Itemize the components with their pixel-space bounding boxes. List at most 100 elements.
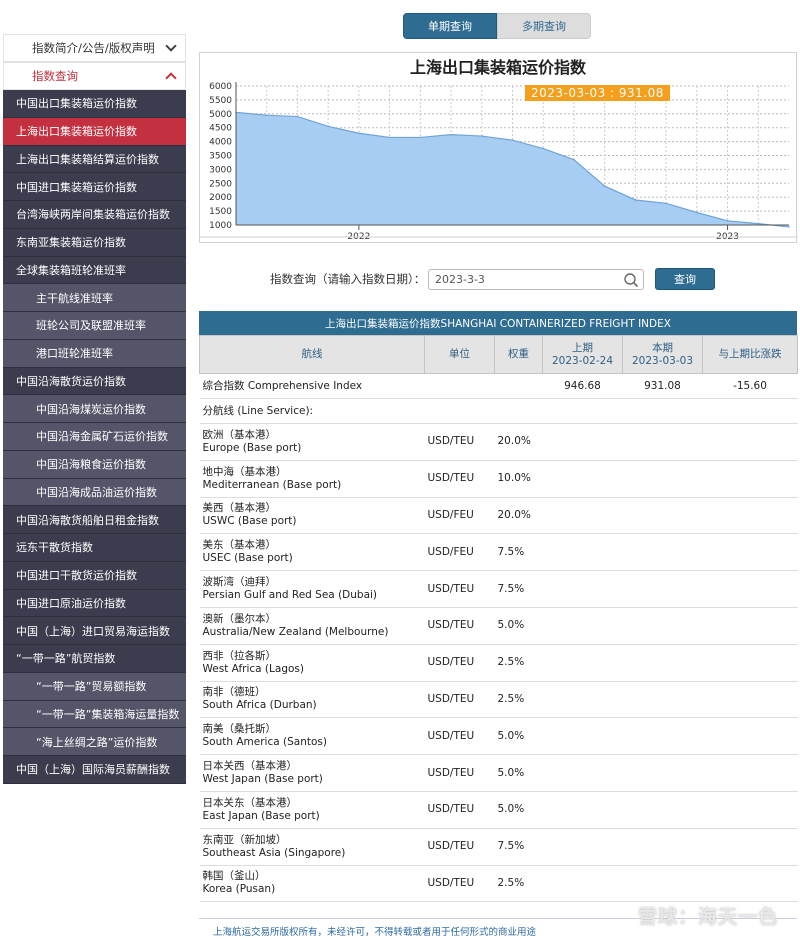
sidebar-item[interactable]: 中国沿海煤炭运价指数 [3, 395, 186, 423]
route-cn: 美西（基本港） [202, 502, 277, 515]
sidebar-item[interactable]: “一带一路”航贸指数 [3, 645, 186, 673]
sidebar-item[interactable]: 中国沿海金属矿石运价指数 [3, 423, 186, 451]
route-name: 日本关东（基本港） East Japan (Base port) [199, 791, 425, 829]
unit-cell: USD/TEU [424, 828, 495, 866]
date-input[interactable]: 2023-3-3 [428, 268, 644, 290]
data-point [696, 211, 698, 214]
sidebar-item[interactable]: 东南亚集装箱运价指数 [3, 228, 186, 257]
route-cn: 地中海（基本港） [202, 465, 287, 478]
route-cn: 南美（桑托斯） [202, 723, 277, 736]
unit-cell: USD/TEU [424, 791, 495, 829]
table-row: 西非（拉各斯） West Africa (Lagos) USD/TEU 2.5% [199, 644, 798, 682]
sidebar-item[interactable]: 中国沿海粮食运价指数 [3, 450, 186, 479]
sidebar-item[interactable]: 中国（上海）国际海员薪酬指数 [3, 756, 186, 784]
sidebar: 指数简介/公告/版权声明 指数查询 中国出口集装箱运价指数上海出口集装箱运价指数… [3, 34, 186, 784]
route-name: 美西（基本港） USWC (Base port) [199, 497, 425, 535]
sidebar-item-intro[interactable]: 指数简介/公告/版权声明 [3, 34, 186, 62]
sidebar-item[interactable]: 中国（上海）进口贸易海运指数 [3, 617, 186, 645]
index-table: 上海出口集装箱运价指数SHANGHAI CONTAINERIZED FREIGH… [199, 311, 798, 903]
sidebar-item-label: 中国进口原油运价指数 [16, 596, 126, 610]
sidebar-item-label: 中国进口集装箱运价指数 [16, 180, 137, 194]
tab-single-period[interactable]: 单期查询 [403, 13, 497, 39]
sidebar-item-label: 指数查询 [32, 69, 78, 83]
route-name: 波斯湾（迪拜） Persian Gulf and Red Sea (Dubai) [199, 570, 425, 608]
weight-cell: 7.5% [494, 570, 543, 608]
sidebar-item[interactable]: 中国出口集装箱运价指数 [3, 90, 186, 118]
sidebar-item[interactable]: 全球集装箱班轮准班率 [3, 256, 186, 285]
sidebar-item-label: 中国沿海金属矿石运价指数 [36, 430, 168, 444]
route-name: 西非（拉各斯） West Africa (Lagos) [199, 644, 425, 682]
route-en: USWC (Base port) [202, 515, 297, 528]
data-point [634, 199, 637, 201]
change-value: -15.60 [702, 373, 798, 399]
y-tick-label: 4000 [209, 138, 232, 148]
route-cn: 澳新（墨尔本） [202, 612, 277, 625]
sidebar-item[interactable]: 中国进口原油运价指数 [3, 589, 186, 618]
sidebar-item-label: 中国（上海）国际海员薪酬指数 [16, 763, 170, 777]
sidebar-list: 中国出口集装箱运价指数上海出口集装箱运价指数上海出口集装箱结算运价指数中国进口集… [3, 90, 186, 784]
sidebar-item-index-query[interactable]: 指数查询 [3, 62, 186, 90]
table-row: 地中海（基本港） Mediterranean (Base port) USD/TEU… [199, 460, 798, 498]
sidebar-item-label: 台湾海峡两岸间集装箱运价指数 [16, 208, 170, 222]
tab-multi-period[interactable]: 多期查询 [497, 13, 591, 39]
sidebar-item[interactable]: 上海出口集装箱运价指数 [3, 117, 186, 146]
route-en: Southeast Asia (Singapore) [202, 846, 346, 859]
table-row: 南美（桑托斯） South America (Santos) USD/TEU 5.0% [199, 717, 798, 756]
data-point [388, 136, 391, 139]
route-name: 南非（德班） South Africa (Durban) [199, 681, 425, 719]
y-tick-label: 5000 [209, 110, 232, 120]
sidebar-item-label: 中国沿海煤炭运价指数 [36, 402, 146, 416]
sidebar-item[interactable]: 中国进口集装箱运价指数 [3, 173, 186, 201]
route-name: 美东（基本港） USEC (Base port) [199, 533, 425, 572]
sidebar-item-label: 主干航线准班率 [36, 291, 113, 305]
sidebar-item[interactable]: 中国沿海散货船舶日租金指数 [3, 506, 186, 534]
route-en: South Africa (Durban) [202, 699, 317, 712]
sidebar-item[interactable]: 港口班轮准班率 [3, 339, 186, 368]
sidebar-item[interactable]: 台湾海峡两岸间集装箱运价指数 [3, 201, 186, 229]
col-change: 与上期比涨跌 [702, 335, 798, 374]
route-cn: 韩国（釜山） [202, 870, 266, 883]
sidebar-item[interactable]: 中国进口干散货运价指数 [3, 561, 186, 590]
table-row: 日本关西（基本港） West Japan (Base port) USD/TEU 5.… [199, 754, 798, 792]
col-prev-label: 上期 [572, 341, 593, 354]
sidebar-item-label: 东南亚集装箱运价指数 [16, 236, 126, 250]
sidebar-item-label: 上海出口集装箱运价指数 [16, 125, 137, 139]
unit-cell: USD/TEU [424, 754, 495, 792]
sidebar-item[interactable]: “海上丝绸之路”运价指数 [3, 728, 186, 756]
date-input-value: 2023-3-3 [435, 272, 485, 286]
route-cn: 波斯湾（迪拜） [202, 576, 277, 589]
data-point [665, 202, 667, 205]
query-label: 指数查询（请输入指数日期）： [270, 272, 426, 286]
route-en: Europe (Base port) [202, 441, 302, 454]
col-curr-label: 本期 [652, 341, 673, 354]
area-series [236, 112, 789, 227]
sidebar-item-label: 港口班轮准班率 [36, 347, 113, 361]
sidebar-item[interactable]: 主干航线准班率 [3, 284, 186, 312]
sidebar-item-label: 中国沿海散货运价指数 [16, 374, 126, 388]
route-en: East Japan (Base port) [202, 809, 320, 822]
route-cn: 西非（拉各斯） [202, 649, 277, 662]
weight-cell: 5.0% [494, 754, 543, 792]
data-point [788, 226, 790, 228]
sidebar-item[interactable]: “一带一路”集装箱海运量指数 [3, 700, 186, 729]
route-cn: 美东（基本港） [202, 539, 277, 552]
sidebar-item[interactable]: 上海出口集装箱结算运价指数 [3, 145, 186, 174]
query-button[interactable]: 查询 [655, 268, 715, 290]
sidebar-item[interactable]: “一带一路”贸易额指数 [3, 672, 186, 701]
sidebar-item[interactable]: 中国沿海成品油运价指数 [3, 478, 186, 507]
sidebar-item[interactable]: 远东干散货指数 [3, 534, 186, 562]
data-point [542, 147, 545, 150]
sidebar-item-label: 指数简介/公告/版权声明 [32, 41, 155, 55]
route-cn: 东南亚（新加坡） [202, 833, 287, 846]
unit-cell: USD/FEU [424, 533, 495, 572]
sidebar-item[interactable]: 班轮公司及联盟准班率 [3, 312, 186, 340]
weight-cell: 2.5% [494, 681, 543, 719]
unit-cell: USD/TEU [424, 865, 495, 903]
watermark: 雪球：海天一色 [637, 906, 778, 928]
chevron-down-icon [165, 40, 177, 52]
unit-cell: USD/TEU [424, 570, 495, 608]
search-icon[interactable] [623, 272, 639, 288]
sidebar-item[interactable]: 中国沿海散货运价指数 [3, 367, 186, 396]
col-weight: 权重 [494, 335, 543, 374]
data-point [358, 132, 360, 135]
